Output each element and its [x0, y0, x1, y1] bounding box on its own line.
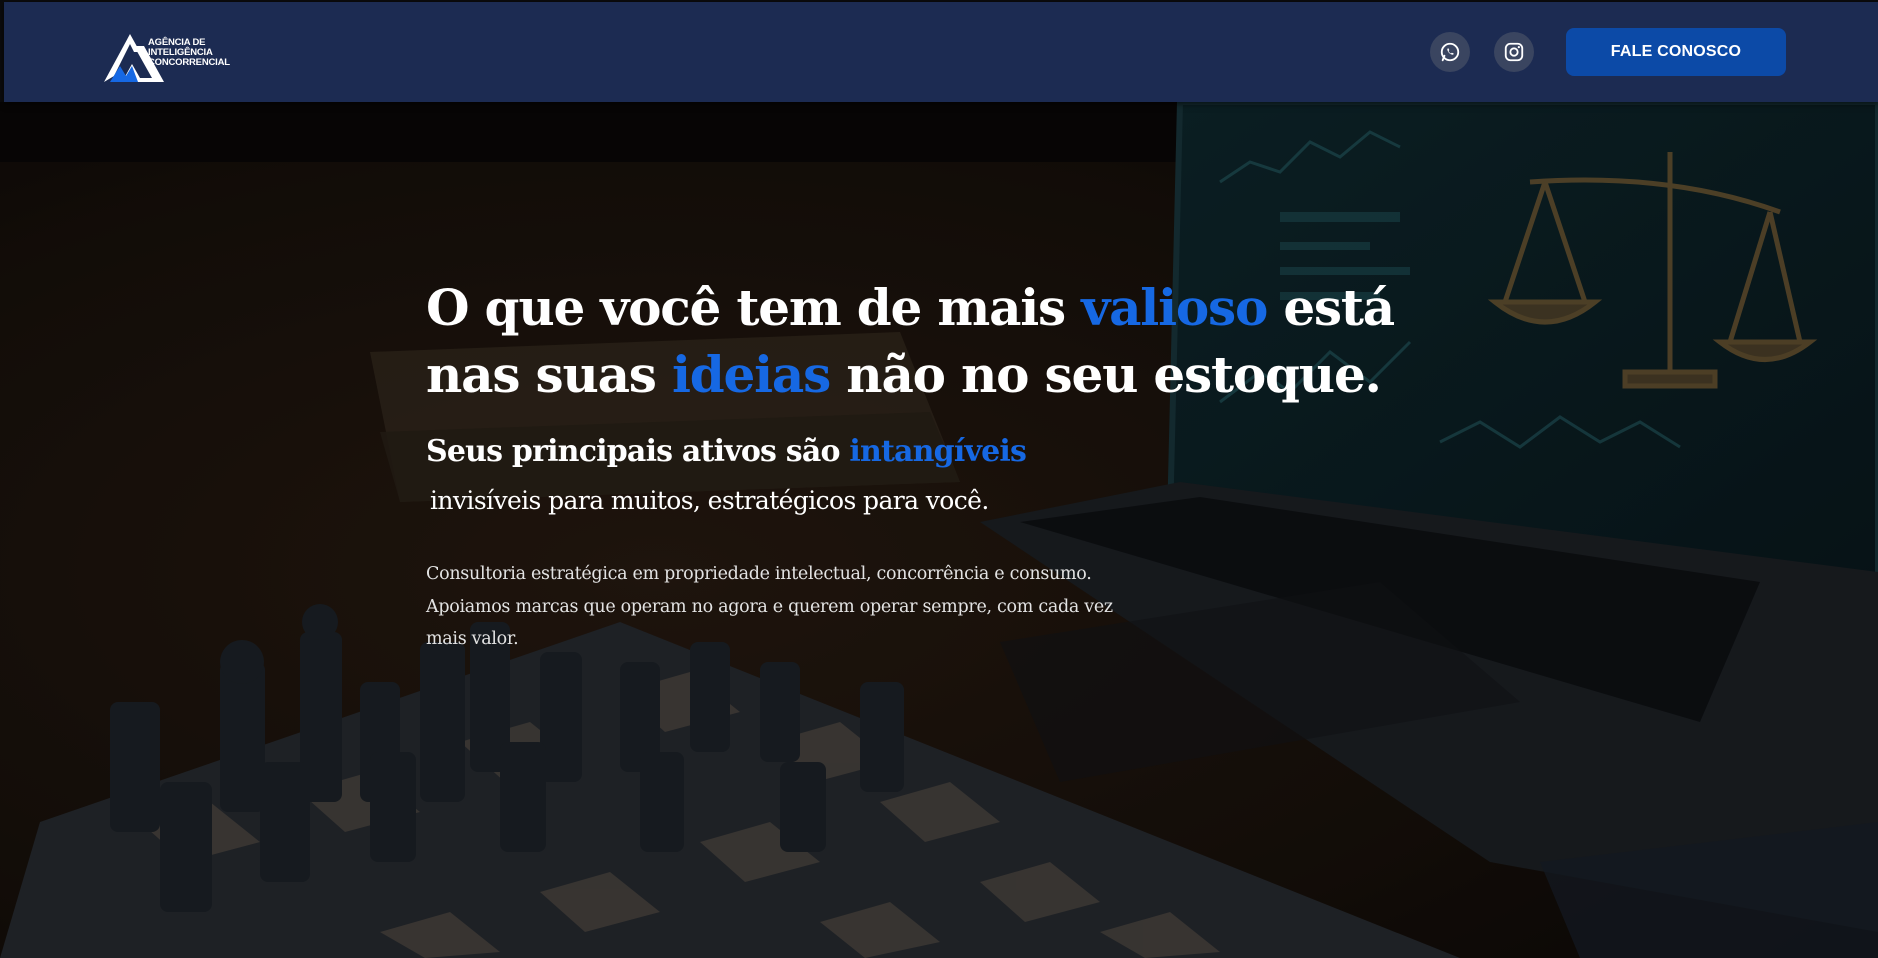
- headline-part-1: O que você tem de mais: [426, 278, 1082, 337]
- instagram-icon: [1504, 42, 1524, 62]
- logo-text: AGÊNCIA DE INTELIGÊNCIA CONCORRENCIAL: [148, 37, 230, 68]
- whatsapp-icon: [1440, 42, 1460, 62]
- headline-accent-valioso: valioso: [1081, 278, 1268, 337]
- instagram-button[interactable]: [1494, 32, 1534, 72]
- headline-part-3: não no seu estoque.: [830, 345, 1382, 404]
- page: AGÊNCIA DE INTELIGÊNCIA CONCORRENCIAL FA…: [0, 0, 1878, 958]
- hero-description: Consultoria estratégica em propriedade i…: [426, 564, 1113, 649]
- whatsapp-button[interactable]: [1430, 32, 1470, 72]
- site-header: AGÊNCIA DE INTELIGÊNCIA CONCORRENCIAL FA…: [4, 2, 1878, 102]
- subheadline-text: Seus principais ativos são: [426, 434, 850, 469]
- hero-tagline: invisíveis para muitos, estratégicos par…: [430, 486, 989, 515]
- hero-section: [0, 102, 1878, 958]
- contact-cta-button[interactable]: FALE CONOSCO: [1566, 28, 1786, 76]
- headline-accent-ideias: ideias: [671, 345, 831, 404]
- hero-headline: O que você tem de mais valioso está nas …: [426, 274, 1476, 408]
- hero-subheadline: Seus principais ativos são intangíveis: [426, 434, 1027, 469]
- subheadline-accent: intangíveis: [849, 434, 1027, 469]
- hero-overlay: [0, 102, 1878, 958]
- brand-logo[interactable]: AGÊNCIA DE INTELIGÊNCIA CONCORRENCIAL: [100, 26, 245, 84]
